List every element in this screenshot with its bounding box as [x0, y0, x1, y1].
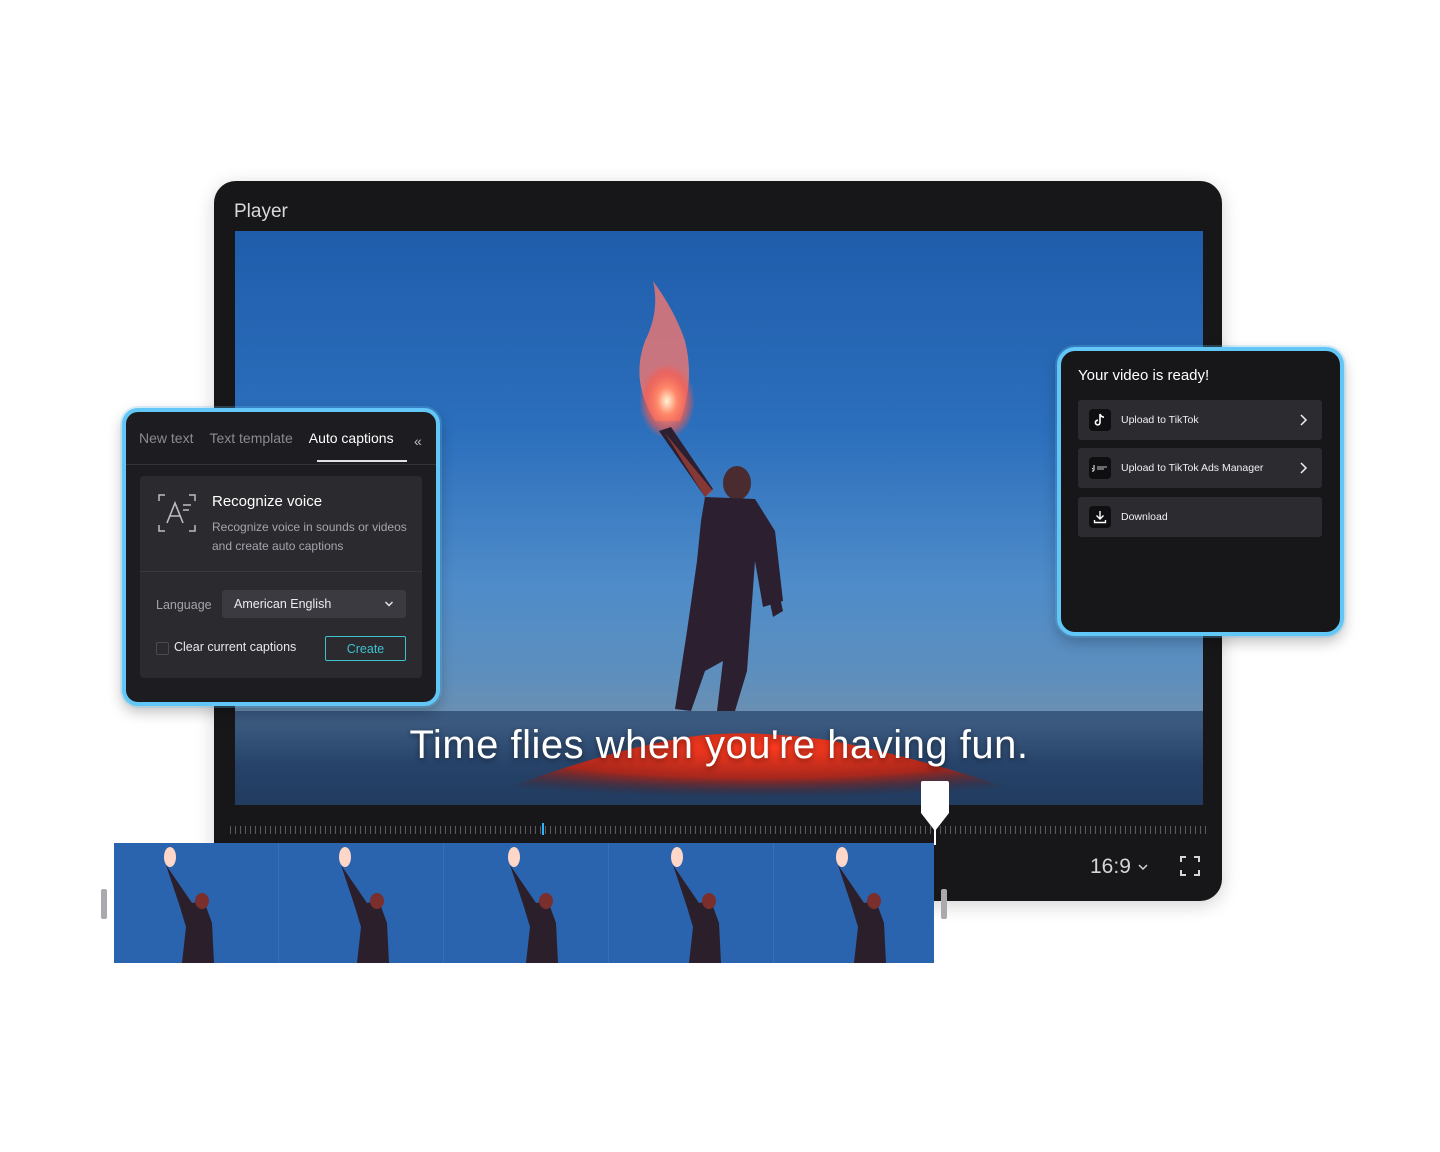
active-tab-indicator	[317, 460, 407, 462]
fullscreen-icon[interactable]	[1180, 856, 1200, 876]
tabs-divider	[126, 464, 436, 465]
card-divider	[140, 571, 422, 572]
download-button[interactable]: Download	[1078, 497, 1322, 537]
collapse-panel-icon[interactable]: «	[414, 433, 422, 449]
tab-new-text[interactable]: New text	[139, 430, 193, 446]
clear-captions-label: Clear current captions	[174, 640, 297, 654]
language-select[interactable]: American English	[222, 590, 406, 618]
tab-text-template[interactable]: Text template	[209, 430, 292, 446]
aspect-ratio-select[interactable]: 16:9	[1090, 855, 1149, 879]
recognize-voice-icon	[158, 494, 196, 532]
aspect-ratio-value: 16:9	[1090, 855, 1131, 878]
video-caption: Time flies when you're having fun.	[409, 723, 1029, 767]
film-frame	[114, 843, 279, 963]
frame-thumbnail	[444, 843, 608, 963]
film-frame	[444, 843, 609, 963]
playhead-handle[interactable]	[920, 781, 950, 837]
upload-tiktok-ads-label: Upload to TikTok Ads Manager	[1121, 462, 1264, 474]
trim-handle-left[interactable]	[101, 889, 107, 919]
timeline-ruler[interactable]	[230, 826, 1210, 834]
timeline-marker	[542, 823, 544, 835]
chevron-right-icon	[1300, 462, 1308, 474]
frame-thumbnail	[114, 843, 278, 963]
film-frame	[609, 843, 774, 963]
tab-auto-captions[interactable]: Auto captions	[309, 430, 394, 446]
tiktok-icon	[1089, 409, 1111, 431]
download-icon	[1089, 506, 1111, 528]
timeline-filmstrip[interactable]	[114, 843, 934, 963]
text-tabs: New text Text template Auto captions	[139, 430, 394, 446]
download-label: Download	[1121, 511, 1168, 523]
language-value: American English	[234, 597, 332, 611]
recognize-voice-card: Recognize voice Recognize voice in sound…	[140, 476, 422, 678]
clear-captions-checkbox[interactable]	[156, 642, 169, 655]
chevron-right-icon	[1300, 414, 1308, 426]
trim-handle-right[interactable]	[941, 889, 947, 919]
upload-tiktok-label: Upload to TikTok	[1121, 414, 1199, 426]
card-description: Recognize voice in sounds or videos and …	[212, 520, 407, 553]
text-panel: New text Text template Auto captions « R…	[122, 408, 440, 706]
frame-thumbnail	[774, 843, 934, 963]
frame-thumbnail	[279, 843, 443, 963]
film-frame	[774, 843, 934, 963]
language-label: Language	[156, 598, 212, 612]
tiktok-ads-icon	[1089, 457, 1111, 479]
chevron-down-icon	[385, 601, 393, 607]
player-title: Player	[234, 201, 288, 222]
upload-tiktok-ads-button[interactable]: Upload to TikTok Ads Manager	[1078, 448, 1322, 488]
upload-tiktok-button[interactable]: Upload to TikTok	[1078, 400, 1322, 440]
export-panel: Your video is ready! Upload to TikTok Up…	[1057, 347, 1344, 636]
film-frame	[279, 843, 444, 963]
frame-thumbnail	[609, 843, 773, 963]
create-button[interactable]: Create	[325, 636, 406, 661]
export-title: Your video is ready!	[1078, 367, 1210, 384]
chevron-down-icon	[1138, 864, 1148, 871]
card-title: Recognize voice	[212, 493, 323, 510]
